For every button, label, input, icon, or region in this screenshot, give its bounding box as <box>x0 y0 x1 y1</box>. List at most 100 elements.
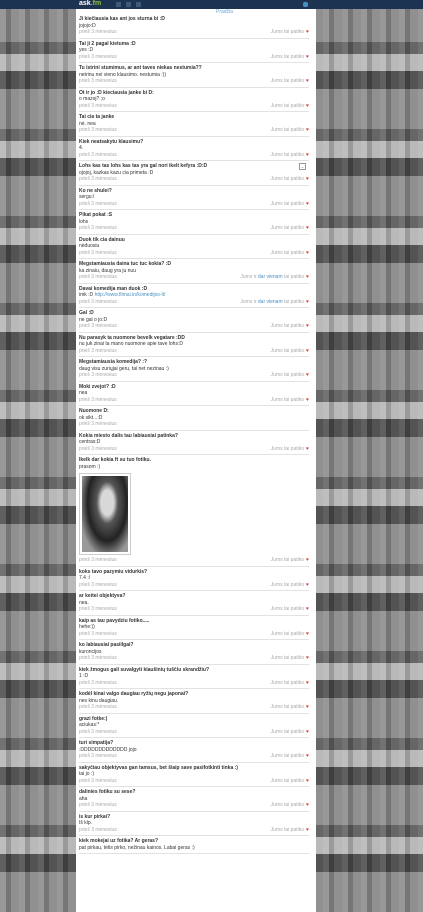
heart-icon[interactable]: ♥ <box>306 152 309 158</box>
timestamp[interactable]: prieš 3 mėnesius <box>79 582 117 589</box>
heart-icon[interactable]: ♥ <box>306 225 309 231</box>
answer-item: koks tavo pazymiu vidurkis? 7.4 :/prieš 3… <box>79 567 309 591</box>
answer-item: ⌄ Lohs kas tas lohs kas tas yra gal nori … <box>79 161 309 186</box>
likes: Jums tai patiko ♥ <box>270 323 309 329</box>
likes: Jums ir dar vienam tai patiko ♥ <box>240 298 309 305</box>
nav-icon[interactable] <box>136 2 141 7</box>
heart-icon[interactable]: ♥ <box>306 753 309 759</box>
heart-icon[interactable]: ♥ <box>306 372 309 378</box>
heart-icon[interactable]: ♥ <box>306 323 309 329</box>
answer-item: Nu parasyk ta nuomone bevelk vegatare :D… <box>79 333 309 357</box>
likers-link[interactable]: dar vienam <box>258 274 283 280</box>
answer-item: Megstamiausia daina tuc tuc kokia? :D ka … <box>79 259 309 284</box>
timestamp[interactable]: prieš 3 mėnesius <box>79 201 117 208</box>
nav-icon[interactable] <box>116 2 121 7</box>
heart-icon[interactable]: ♥ <box>306 557 309 563</box>
heart-icon[interactable]: ♥ <box>306 250 309 256</box>
likes: Jums tai patiko ♥ <box>270 53 309 60</box>
timestamp[interactable]: prieš 3 mėnesius <box>79 680 117 687</box>
timestamp[interactable]: prieš 3 mėnesius <box>79 753 117 760</box>
heart-icon[interactable]: ♥ <box>306 729 309 735</box>
timestamp[interactable]: prieš 3 mėnesius <box>79 557 117 564</box>
timestamp[interactable]: prieš 3 mėnesius <box>79 78 117 85</box>
heart-icon[interactable]: ♥ <box>306 582 309 588</box>
answer-item: kiek žmogus gali suvalgyti kiaušinių tuš… <box>79 665 309 689</box>
timestamp[interactable]: prieš 3 mėnesius <box>79 152 117 159</box>
answer-item: Gal :D ne gal o jo:D prieš 3 mėnesius Jums … <box>79 308 309 333</box>
heart-icon[interactable]: ♥ <box>306 29 309 35</box>
heart-icon[interactable]: ♥ <box>306 78 309 84</box>
answer-link[interactable]: http://www.filmai.in/komedijos-lt/ <box>95 292 166 298</box>
timestamp[interactable]: prieš 3 mėnesius <box>79 606 117 613</box>
timestamp[interactable]: prieš 3 mėnesius <box>79 250 117 257</box>
heart-icon[interactable]: ♥ <box>306 201 309 207</box>
heart-icon[interactable]: ♥ <box>306 704 309 710</box>
answer-item: Kokia miesto dalis tau labiausiai patink… <box>79 431 309 455</box>
answer-item: Davai komedija man duok :D imk :D http://… <box>79 284 309 308</box>
timestamp[interactable]: prieš 3 mėnesius <box>79 631 117 638</box>
answer-item: is kur pirkai? Iš klp. prieš 3 mėnesius Jum… <box>79 812 309 836</box>
answer-item: Tai cia ta janke nė. nea prieš 3 mėnesius J… <box>79 112 309 137</box>
heart-icon[interactable]: ♥ <box>306 54 309 60</box>
answer-item: Ji kiečiausia kas ant jos sturna bi :D jo… <box>79 14 309 39</box>
heart-icon[interactable]: ♥ <box>306 802 309 808</box>
likes: Jums tai patiko ♥ <box>270 777 309 784</box>
heart-icon[interactable]: ♥ <box>306 274 309 280</box>
nav-icon[interactable] <box>126 2 131 7</box>
likes: Jums tai patiko ♥ <box>270 728 309 735</box>
heart-icon[interactable]: ♥ <box>306 127 309 133</box>
notification-icon[interactable] <box>303 2 308 7</box>
heart-icon[interactable]: ♥ <box>306 631 309 637</box>
logo[interactable]: ask.fm <box>79 0 101 8</box>
answer-item: Moki zvejot? :D nea prieš 3 mėnesius Jums t… <box>79 382 309 406</box>
timestamp[interactable]: prieš 3 mėnesius <box>79 827 117 834</box>
likes: Jums tai patiko ♥ <box>270 200 309 207</box>
timestamp[interactable]: prieš 3 mėnesius <box>79 127 117 134</box>
timestamp[interactable]: prieš 3 mėnesius <box>79 372 117 379</box>
heart-icon[interactable]: ♥ <box>306 606 309 612</box>
heart-icon[interactable]: ♥ <box>306 348 309 354</box>
likes: Jums tai patiko ♥ <box>270 176 309 182</box>
timestamp[interactable]: prieš 3 mėnesius <box>79 778 117 785</box>
heart-icon[interactable]: ♥ <box>306 827 309 833</box>
heart-icon[interactable]: ♥ <box>306 778 309 784</box>
heart-icon[interactable]: ♥ <box>306 655 309 661</box>
timestamp[interactable]: prieš 3 mėnesius <box>79 29 117 36</box>
timestamp[interactable]: prieš 3 mėnesius <box>79 446 117 453</box>
timestamp[interactable]: prieš 3 mėnesius <box>79 103 117 110</box>
timestamp[interactable]: prieš 3 mėnesius <box>79 421 117 428</box>
likes: Jums tai patiko ♥ <box>270 826 309 833</box>
timestamp[interactable]: prieš 3 mėnesius <box>79 704 117 711</box>
heart-icon[interactable]: ♥ <box>306 397 309 403</box>
heart-icon[interactable]: ♥ <box>306 103 309 109</box>
timestamp[interactable]: prieš 3 mėnesius <box>79 802 117 809</box>
timestamp[interactable]: prieš 3 mėnesius <box>79 323 117 330</box>
timestamp[interactable]: prieš 3 mėnesius <box>79 54 117 61</box>
answer-item: Tu istrini stumimus, ar ant taves niekas… <box>79 63 309 88</box>
timestamp[interactable]: prieš 3 mėnesius <box>79 729 117 736</box>
likes: Jums tai patiko ♥ <box>270 753 309 759</box>
heart-icon[interactable]: ♥ <box>306 299 309 305</box>
likes: Jums tai patiko ♥ <box>270 630 309 637</box>
likes: Jums tai patiko ♥ <box>270 102 309 109</box>
timestamp[interactable]: prieš 3 mėnesius <box>79 225 117 232</box>
heart-icon[interactable]: ♥ <box>306 176 309 182</box>
answer-item: Pikat pokat :S lohs prieš 3 mėnesius Jums t… <box>79 210 309 235</box>
answer-text: prasom :) <box>79 463 101 470</box>
likes: Jums tai patiko ♥ <box>270 606 309 612</box>
timestamp[interactable]: prieš 3 mėnesius <box>79 274 117 281</box>
timestamp[interactable]: prieš 3 mėnesius <box>79 397 117 404</box>
likes: Jums tai patiko ♥ <box>270 151 309 158</box>
answer-photo[interactable] <box>79 473 131 555</box>
likes: Jums tai patiko ♥ <box>270 372 309 378</box>
likers-link[interactable]: dar vienam <box>258 299 283 305</box>
dropdown-icon[interactable]: ⌄ <box>299 163 306 170</box>
heart-icon[interactable]: ♥ <box>306 446 309 452</box>
answer-item: ar keitei objektyva? nea. prieš 3 mėnesius… <box>79 591 309 616</box>
timestamp[interactable]: prieš 3 mėnesius <box>79 299 117 306</box>
timestamp[interactable]: prieš 3 mėnesius <box>79 176 117 183</box>
answers-list: Ji kiečiausia kas ant jos sturna bi :D jo… <box>79 14 309 854</box>
timestamp[interactable]: prieš 3 mėnesius <box>79 348 117 355</box>
timestamp[interactable]: prieš 3 mėnesius <box>79 655 117 662</box>
heart-icon[interactable]: ♥ <box>306 680 309 686</box>
